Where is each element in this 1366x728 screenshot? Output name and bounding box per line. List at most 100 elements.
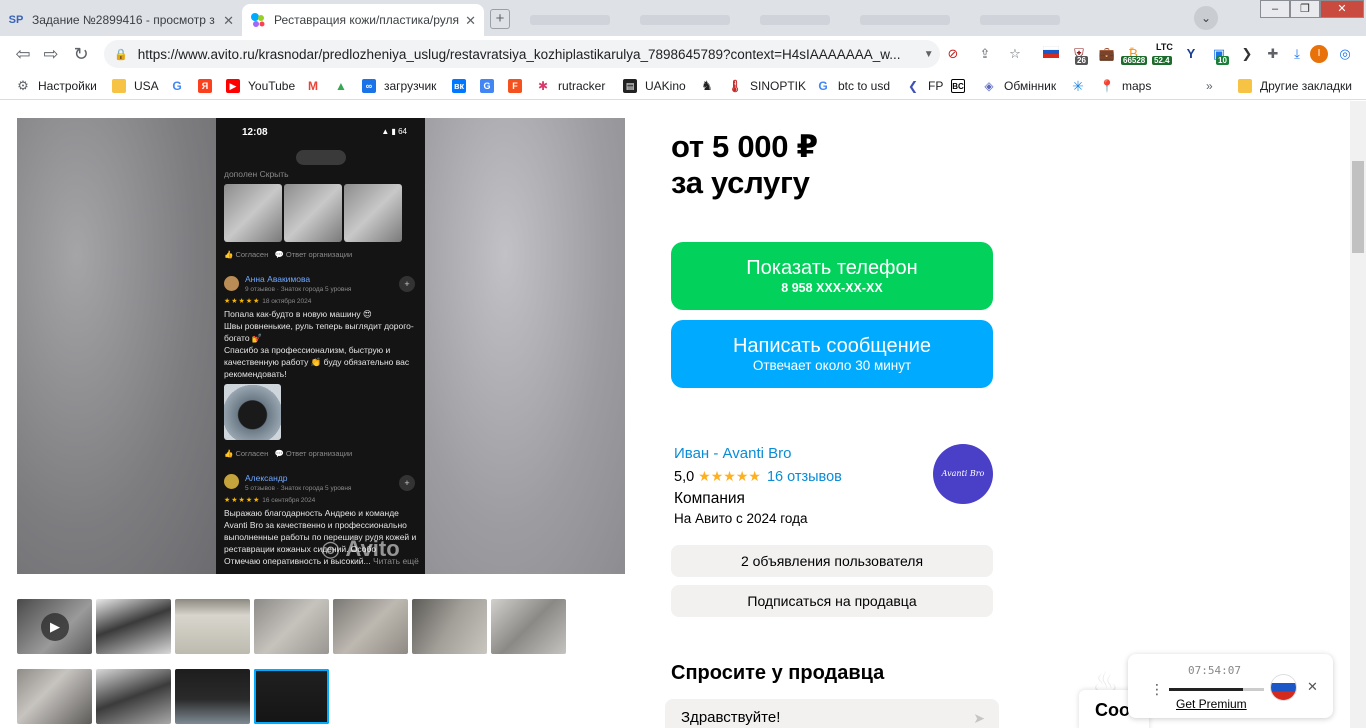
photo-thumbnail[interactable] — [175, 669, 250, 724]
reviewer-avatar — [224, 474, 239, 489]
bookmark-vk[interactable]: вк — [452, 78, 474, 94]
minimize-button[interactable]: – — [1260, 0, 1290, 18]
share-icon[interactable]: ⇪ — [976, 45, 994, 63]
video-thumbnail[interactable]: ▶ — [17, 599, 92, 654]
blocked-popup-icon[interactable]: ⊘ — [944, 45, 962, 63]
get-premium-link[interactable]: Get Premium — [1176, 697, 1247, 711]
reviews-link[interactable]: 16 отзывов — [767, 469, 842, 485]
agree-label: Согласен — [235, 250, 269, 259]
bookmark-maps[interactable]: 📍 maps — [1099, 78, 1152, 94]
bookmark-label: btc to usd — [838, 79, 891, 93]
new-tab-button[interactable]: + — [490, 9, 510, 29]
photo-thumbnail[interactable] — [96, 669, 171, 724]
bookmark-label: USA — [134, 79, 159, 93]
bookmark-spark[interactable]: ✳ — [1071, 78, 1093, 94]
bookmark-other[interactable]: Другие закладки — [1238, 78, 1352, 94]
close-icon[interactable]: ✕ — [223, 13, 234, 29]
send-arrow-icon[interactable]: ➤ — [973, 710, 985, 727]
photo-thumbnail[interactable] — [333, 599, 408, 654]
bookmark-label: YouTube — [248, 79, 296, 93]
send-message-button[interactable]: Написать сообщение Отвечает около 30 мин… — [671, 320, 993, 388]
photo-thumbnail[interactable] — [412, 599, 487, 654]
bookmark-usa[interactable]: USA — [112, 78, 159, 94]
russia-flag-icon[interactable] — [1271, 675, 1296, 700]
photo-thumbnail[interactable] — [17, 669, 92, 724]
bookmark-btc-to-usd[interactable]: Gbtc to usd — [816, 78, 890, 94]
close-icon[interactable]: ✕ — [1307, 679, 1318, 695]
bookmark-translate[interactable]: G — [480, 78, 502, 94]
ask-seller-title: Спросите у продавца — [671, 662, 885, 684]
more-options-icon[interactable]: ⋮ — [1150, 681, 1164, 698]
chrome-update-icon[interactable]: ◎ — [1336, 45, 1354, 63]
bookmark-sinoptik[interactable]: 🌡 SINOPTIK — [727, 78, 806, 94]
photo-thumbnail[interactable] — [491, 599, 566, 654]
bookmark-label: Обмінник — [1004, 79, 1057, 93]
bookmarks-overflow-chevron-icon[interactable]: » — [1206, 78, 1213, 94]
review-text: богато 💅 — [224, 333, 263, 343]
browser-tab-strip: SP Задание №2899416 - просмотр з ✕ Реста… — [0, 0, 1366, 36]
show-phone-button[interactable]: Показать телефон 8 958 XXX-XX-XX — [671, 242, 993, 310]
review-rating: ★★★★★ 16 сентября 2024 — [224, 497, 316, 504]
review-text: Попала как-будто в новую машину 😍 — [224, 309, 372, 319]
seller-logo[interactable]: Avanti Bro — [933, 444, 993, 504]
screen-recorder-widget: 07:54:07 ⋮ ✕ Get Premium — [1128, 654, 1333, 718]
vpn-extension-icon[interactable]: Y — [1182, 45, 1200, 63]
close-icon[interactable]: ✕ — [465, 13, 476, 29]
tab-task[interactable]: SP Задание №2899416 - просмотр з ✕ — [0, 4, 242, 36]
bookmark-yandex[interactable]: Я — [198, 78, 220, 94]
google-icon: G — [818, 79, 828, 93]
extensions-puzzle-icon[interactable]: ✚ — [1264, 45, 1282, 63]
bookmark-settings[interactable]: ⚙ Настройки — [16, 78, 97, 94]
profile-avatar[interactable]: I — [1310, 45, 1328, 63]
follow-plus-icon: + — [399, 276, 415, 292]
back-arrow-icon[interactable]: ⇦ — [12, 44, 34, 65]
photo-thumbnail[interactable] — [254, 599, 329, 654]
seller-name-link[interactable]: Иван - Avanti Bro — [674, 445, 791, 462]
download-icon[interactable]: ⤓ — [1288, 45, 1306, 63]
window-close-button[interactable]: ✕ — [1320, 0, 1364, 18]
bookmark-f[interactable]: F — [508, 78, 530, 94]
bookmark-fp[interactable]: ❮ FP — [906, 78, 943, 94]
bookmark-uakino[interactable]: ▤ UAKino — [623, 78, 686, 94]
seller-ads-button[interactable]: 2 объявления пользователя — [671, 545, 993, 577]
reload-icon[interactable]: ↻ — [70, 44, 92, 65]
blurred-background — [17, 118, 216, 574]
bookmark-google[interactable]: G — [170, 78, 192, 94]
follow-plus-icon: + — [399, 475, 415, 491]
bookmark-star-icon[interactable]: ☆ — [1006, 45, 1024, 63]
reviewer-avatar — [224, 276, 239, 291]
page-scrollbar[interactable] — [1350, 101, 1366, 728]
address-bar[interactable]: 🔒 https://www.avito.ru/krasnodar/predloz… — [104, 40, 940, 68]
ask-seller-input[interactable]: Здравствуйте! ➤ — [665, 699, 999, 728]
bookmark-chess[interactable]: ♞ — [700, 78, 722, 94]
main-photo[interactable]: 12:08 ▲ ▮ 64 дополен Скрыть 👍 Согласен 💬… — [17, 118, 625, 574]
tab-avito[interactable]: Реставрация кожи/пластика/руля ✕ — [242, 4, 484, 36]
bookmark-drive[interactable]: ▲ — [334, 78, 356, 94]
photo-thumbnail[interactable] — [175, 599, 250, 654]
bookmark-exchanger[interactable]: ◈ Обмінник — [982, 78, 1056, 94]
bookmark-downloader[interactable]: ∞ загрузчик — [362, 78, 436, 94]
response-time: Отвечает около 30 минут — [752, 358, 912, 373]
review-collapse: дополен Скрыть — [224, 168, 289, 180]
bookmark-youtube[interactable]: ▶ YouTube — [226, 78, 295, 94]
terminal-extension-icon[interactable]: ❯ — [1238, 45, 1256, 63]
exchanger-icon: ◈ — [984, 79, 994, 93]
russia-flag-icon[interactable] — [1042, 45, 1060, 63]
forward-arrow-icon[interactable]: ⇨ — [40, 44, 62, 65]
photo-thumbnail-selected[interactable] — [254, 669, 329, 724]
price-value: от 5 000 ₽ — [671, 129, 818, 164]
maximize-button[interactable]: ❐ — [1290, 0, 1320, 18]
seller-since: На Авито с 2024 года — [674, 511, 808, 526]
thermometer-icon: 🌡 — [727, 79, 743, 93]
photo-thumbnail[interactable] — [96, 599, 171, 654]
bookmark-gmail[interactable]: M — [306, 78, 328, 94]
bookmark-bc[interactable]: BC — [951, 78, 973, 94]
dropdown-caret-icon[interactable]: ▼ — [924, 49, 934, 60]
bookmark-rutracker[interactable]: ✱ rutracker — [536, 78, 605, 94]
tab-search-chevron-icon[interactable]: ⌄ — [1194, 6, 1218, 30]
briefcase-extension-icon[interactable]: 💼 — [1098, 45, 1116, 63]
subscribe-seller-button[interactable]: Подписаться на продавца — [671, 585, 993, 617]
phone-battery: ▲ ▮ 64 — [381, 127, 407, 136]
scrollbar-thumb[interactable] — [1352, 161, 1364, 253]
maps-pin-icon: 📍 — [1099, 79, 1115, 93]
